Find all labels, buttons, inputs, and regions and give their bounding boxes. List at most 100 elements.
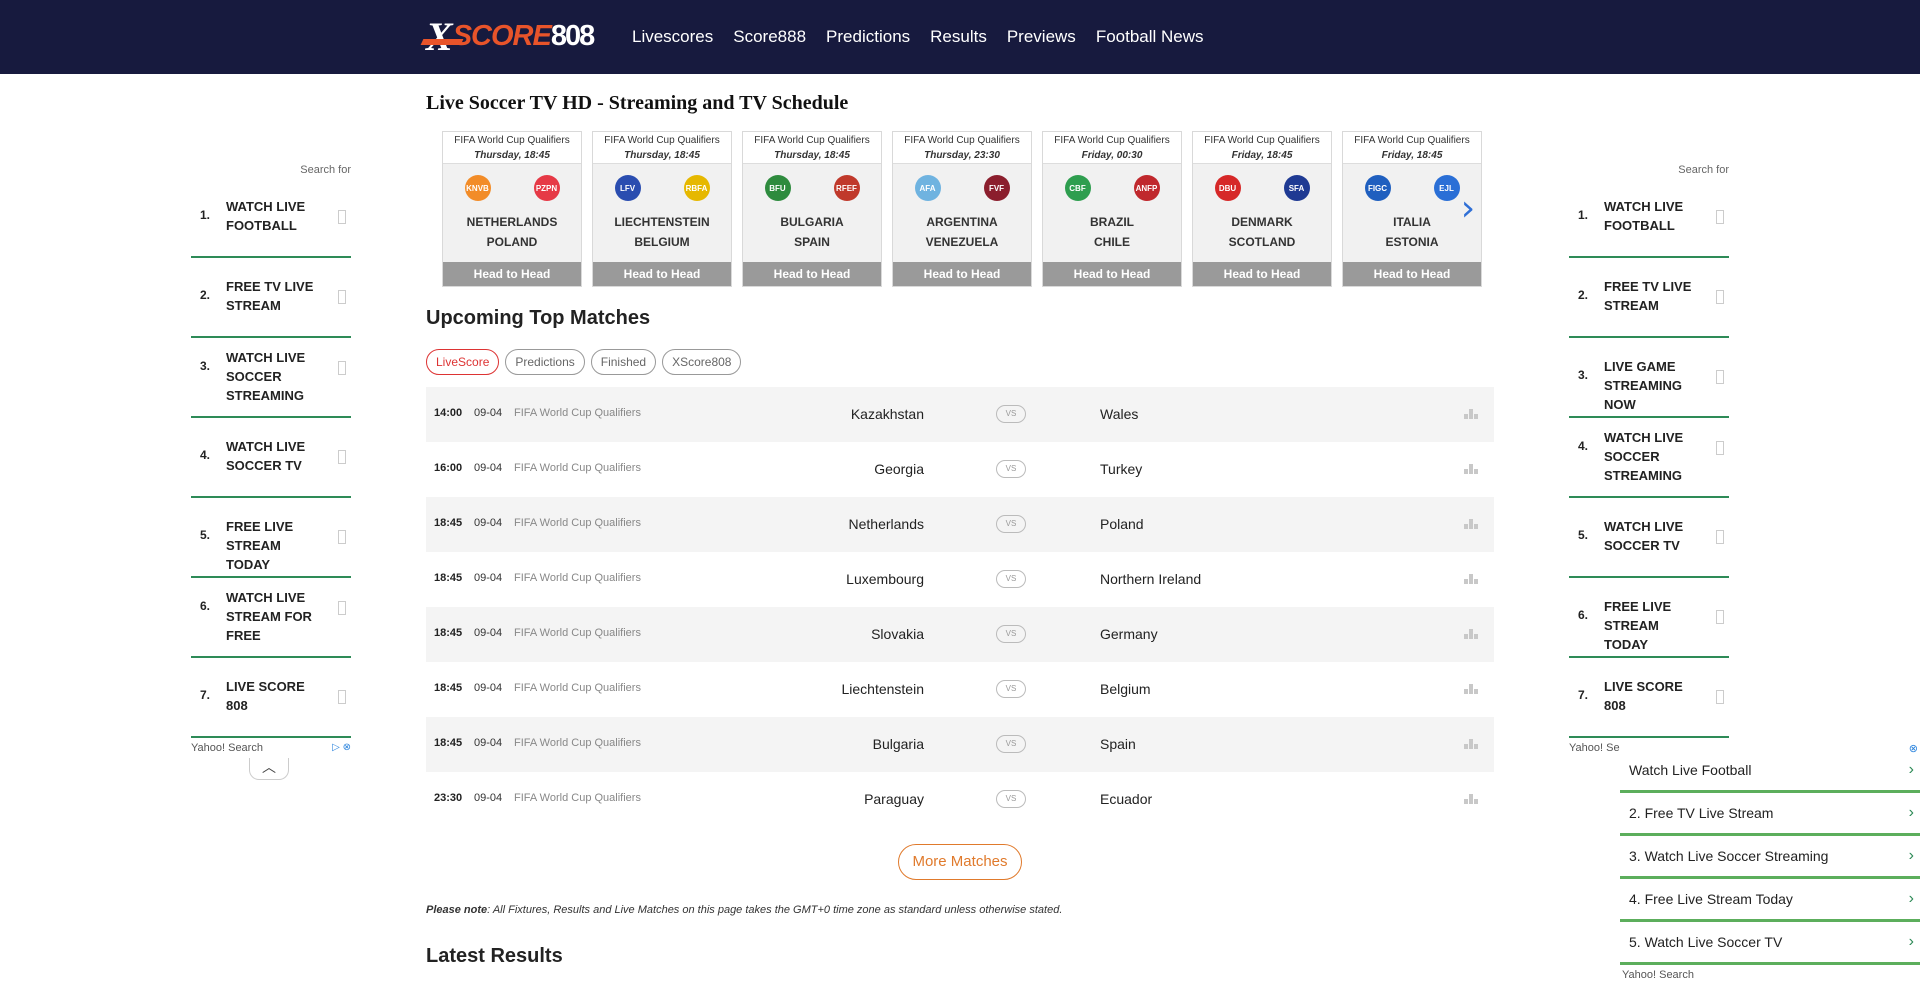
filter-finished[interactable]: Finished (590, 349, 657, 375)
vs-icon: VS (996, 735, 1026, 753)
match-row[interactable]: 16:00 09-04 FIFA World Cup Qualifiers Ge… (426, 442, 1494, 497)
match-row[interactable]: 18:45 09-04 FIFA World Cup Qualifiers Bu… (426, 717, 1494, 772)
yahoo-suggestion-row[interactable]: Watch Live Football › (1620, 750, 1920, 793)
match-date: 09-04 (474, 517, 503, 529)
filter-livescore[interactable]: LiveScore (426, 349, 500, 375)
carousel-match-card[interactable]: FIFA World Cup Qualifiers Thursday, 18:4… (742, 131, 882, 287)
home-team[interactable]: Liechtenstein (841, 681, 924, 697)
match-row[interactable]: 18:45 09-04 FIFA World Cup Qualifiers Lu… (426, 552, 1494, 607)
home-team[interactable]: Slovakia (871, 626, 924, 642)
yahoo-search-footer[interactable]: Yahoo! Search (1620, 965, 1920, 985)
away-team[interactable]: Belgium (1100, 681, 1151, 697)
item-number: 5. (200, 528, 211, 542)
match-competition[interactable]: FIFA World Cup Qualifiers (514, 792, 641, 804)
nav-results[interactable]: Results (930, 27, 987, 47)
nav-livescores[interactable]: Livescores (632, 27, 713, 47)
stats-icon[interactable] (1464, 464, 1480, 474)
carousel-match-card[interactable]: FIFA World Cup Qualifiers Friday, 00:30 … (1042, 131, 1182, 287)
home-team[interactable]: Luxembourg (846, 571, 924, 587)
filter-xscore808[interactable]: XScore808 (662, 349, 742, 375)
match-competition[interactable]: FIFA World Cup Qualifiers (514, 737, 641, 749)
search-suggestion-item[interactable]: 4. WATCH LIVE SOCCER STREAMING (1569, 418, 1729, 498)
search-suggestion-item[interactable]: 1. WATCH LIVE FOOTBALL (1569, 178, 1729, 258)
match-row[interactable]: 14:00 09-04 FIFA World Cup Qualifiers Ka… (426, 387, 1494, 442)
match-competition[interactable]: FIFA World Cup Qualifiers (514, 462, 641, 474)
yahoo-search-footer[interactable]: Yahoo! Search▷ ⊗ (191, 738, 351, 758)
match-row[interactable]: 18:45 09-04 FIFA World Cup Qualifiers Sl… (426, 607, 1494, 662)
away-team[interactable]: Turkey (1100, 461, 1142, 477)
chevron-right-icon: › (1908, 761, 1914, 778)
match-competition[interactable]: FIFA World Cup Qualifiers (514, 627, 641, 639)
carousel-match-card[interactable]: FIFA World Cup Qualifiers Thursday, 23:3… (892, 131, 1032, 287)
nav-predictions[interactable]: Predictions (826, 27, 910, 47)
search-suggestion-item[interactable]: 7. LIVE SCORE 808 (191, 658, 351, 738)
search-suggestion-item[interactable]: 3. LIVE GAME STREAMING NOW (1569, 338, 1729, 418)
nav-previews[interactable]: Previews (1007, 27, 1076, 47)
home-team[interactable]: Netherlands (849, 516, 925, 532)
head-to-head-button[interactable]: Head to Head (1043, 262, 1181, 286)
more-matches-button[interactable]: More Matches (898, 844, 1022, 880)
carousel-next-icon[interactable]: › (1458, 191, 1478, 227)
away-team[interactable]: Wales (1100, 406, 1138, 422)
search-suggestion-item[interactable]: 6. FREE LIVE STREAM TODAY (1569, 578, 1729, 658)
ad-choices-icon[interactable]: ▷ ⊗ (332, 742, 351, 753)
home-team[interactable]: Georgia (874, 461, 924, 477)
match-competition[interactable]: FIFA World Cup Qualifiers (514, 407, 641, 419)
match-time: 18:45 (434, 627, 463, 639)
head-to-head-button[interactable]: Head to Head (893, 262, 1031, 286)
away-team[interactable]: Poland (1100, 516, 1144, 532)
site-logo[interactable]: X SCORE 808 (426, 14, 595, 59)
item-label: FREE LIVE STREAM TODAY (226, 519, 294, 572)
search-suggestion-item[interactable]: 6. WATCH LIVE STREAM FOR FREE (191, 578, 351, 658)
away-team[interactable]: Germany (1100, 626, 1158, 642)
search-suggestion-item[interactable]: 4. WATCH LIVE SOCCER TV (191, 418, 351, 498)
stats-icon[interactable] (1464, 794, 1480, 804)
match-competition[interactable]: FIFA World Cup Qualifiers (514, 517, 641, 529)
search-suggestion-item[interactable]: 1. WATCH LIVE FOOTBALL (191, 178, 351, 258)
carousel-match-card[interactable]: FIFA World Cup Qualifiers Friday, 18:45 … (1192, 131, 1332, 287)
stats-icon[interactable] (1464, 629, 1480, 639)
item-number: 3. (1578, 368, 1589, 382)
home-team[interactable]: Kazakhstan (851, 406, 924, 422)
carousel-match-card[interactable]: FIFA World Cup Qualifiers Thursday, 18:4… (442, 131, 582, 287)
match-row[interactable]: 18:45 09-04 FIFA World Cup Qualifiers Ne… (426, 497, 1494, 552)
home-team[interactable]: Bulgaria (873, 736, 924, 752)
head-to-head-button[interactable]: Head to Head (743, 262, 881, 286)
home-team[interactable]: Paraguay (864, 791, 924, 807)
carousel-match-card[interactable]: FIFA World Cup Qualifiers Thursday, 18:4… (592, 131, 732, 287)
match-competition[interactable]: FIFA World Cup Qualifiers (514, 572, 641, 584)
stats-icon[interactable] (1464, 739, 1480, 749)
search-suggestion-item[interactable]: 5. FREE LIVE STREAM TODAY (191, 498, 351, 578)
match-row[interactable]: 18:45 09-04 FIFA World Cup Qualifiers Li… (426, 662, 1494, 717)
yahoo-suggestion-row[interactable]: 2. Free TV Live Stream › (1620, 793, 1920, 836)
head-to-head-button[interactable]: Head to Head (1193, 262, 1331, 286)
away-team[interactable]: Ecuador (1100, 791, 1152, 807)
yahoo-suggestion-row[interactable]: 3. Watch Live Soccer Streaming › (1620, 836, 1920, 879)
search-suggestion-item[interactable]: 2. FREE TV LIVE STREAM (191, 258, 351, 338)
item-label: FREE TV LIVE STREAM (226, 279, 314, 313)
yahoo-suggestion-row[interactable]: 5. Watch Live Soccer TV › (1620, 922, 1920, 965)
match-competition[interactable]: FIFA World Cup Qualifiers (514, 682, 641, 694)
search-suggestion-item[interactable]: 3. WATCH LIVE SOCCER STREAMING (191, 338, 351, 418)
head-to-head-button[interactable]: Head to Head (593, 262, 731, 286)
away-team[interactable]: Spain (1100, 736, 1136, 752)
head-to-head-button[interactable]: Head to Head (1343, 262, 1481, 286)
card-logos: DBU SFA (1193, 164, 1331, 212)
nav-football-news[interactable]: Football News (1096, 27, 1204, 47)
head-to-head-button[interactable]: Head to Head (443, 262, 581, 286)
search-suggestion-item[interactable]: 7. LIVE SCORE 808 (1569, 658, 1729, 738)
yahoo-suggestion-row[interactable]: 4. Free Live Stream Today › (1620, 879, 1920, 922)
stats-icon[interactable] (1464, 519, 1480, 529)
collapse-up-icon[interactable]: ︿ (249, 758, 289, 780)
search-suggestion-item[interactable]: 2. FREE TV LIVE STREAM (1569, 258, 1729, 338)
stats-icon[interactable] (1464, 409, 1480, 419)
nav-score888[interactable]: Score888 (733, 27, 806, 47)
away-team[interactable]: Northern Ireland (1100, 571, 1201, 587)
filter-predictions[interactable]: Predictions (505, 349, 585, 375)
card-away-team: BELGIUM (634, 235, 690, 249)
stats-icon[interactable] (1464, 574, 1480, 584)
match-row[interactable]: 23:30 09-04 FIFA World Cup Qualifiers Pa… (426, 772, 1494, 827)
search-suggestion-item[interactable]: 5. WATCH LIVE SOCCER TV (1569, 498, 1729, 578)
arrow-icon (338, 601, 346, 615)
stats-icon[interactable] (1464, 684, 1480, 694)
